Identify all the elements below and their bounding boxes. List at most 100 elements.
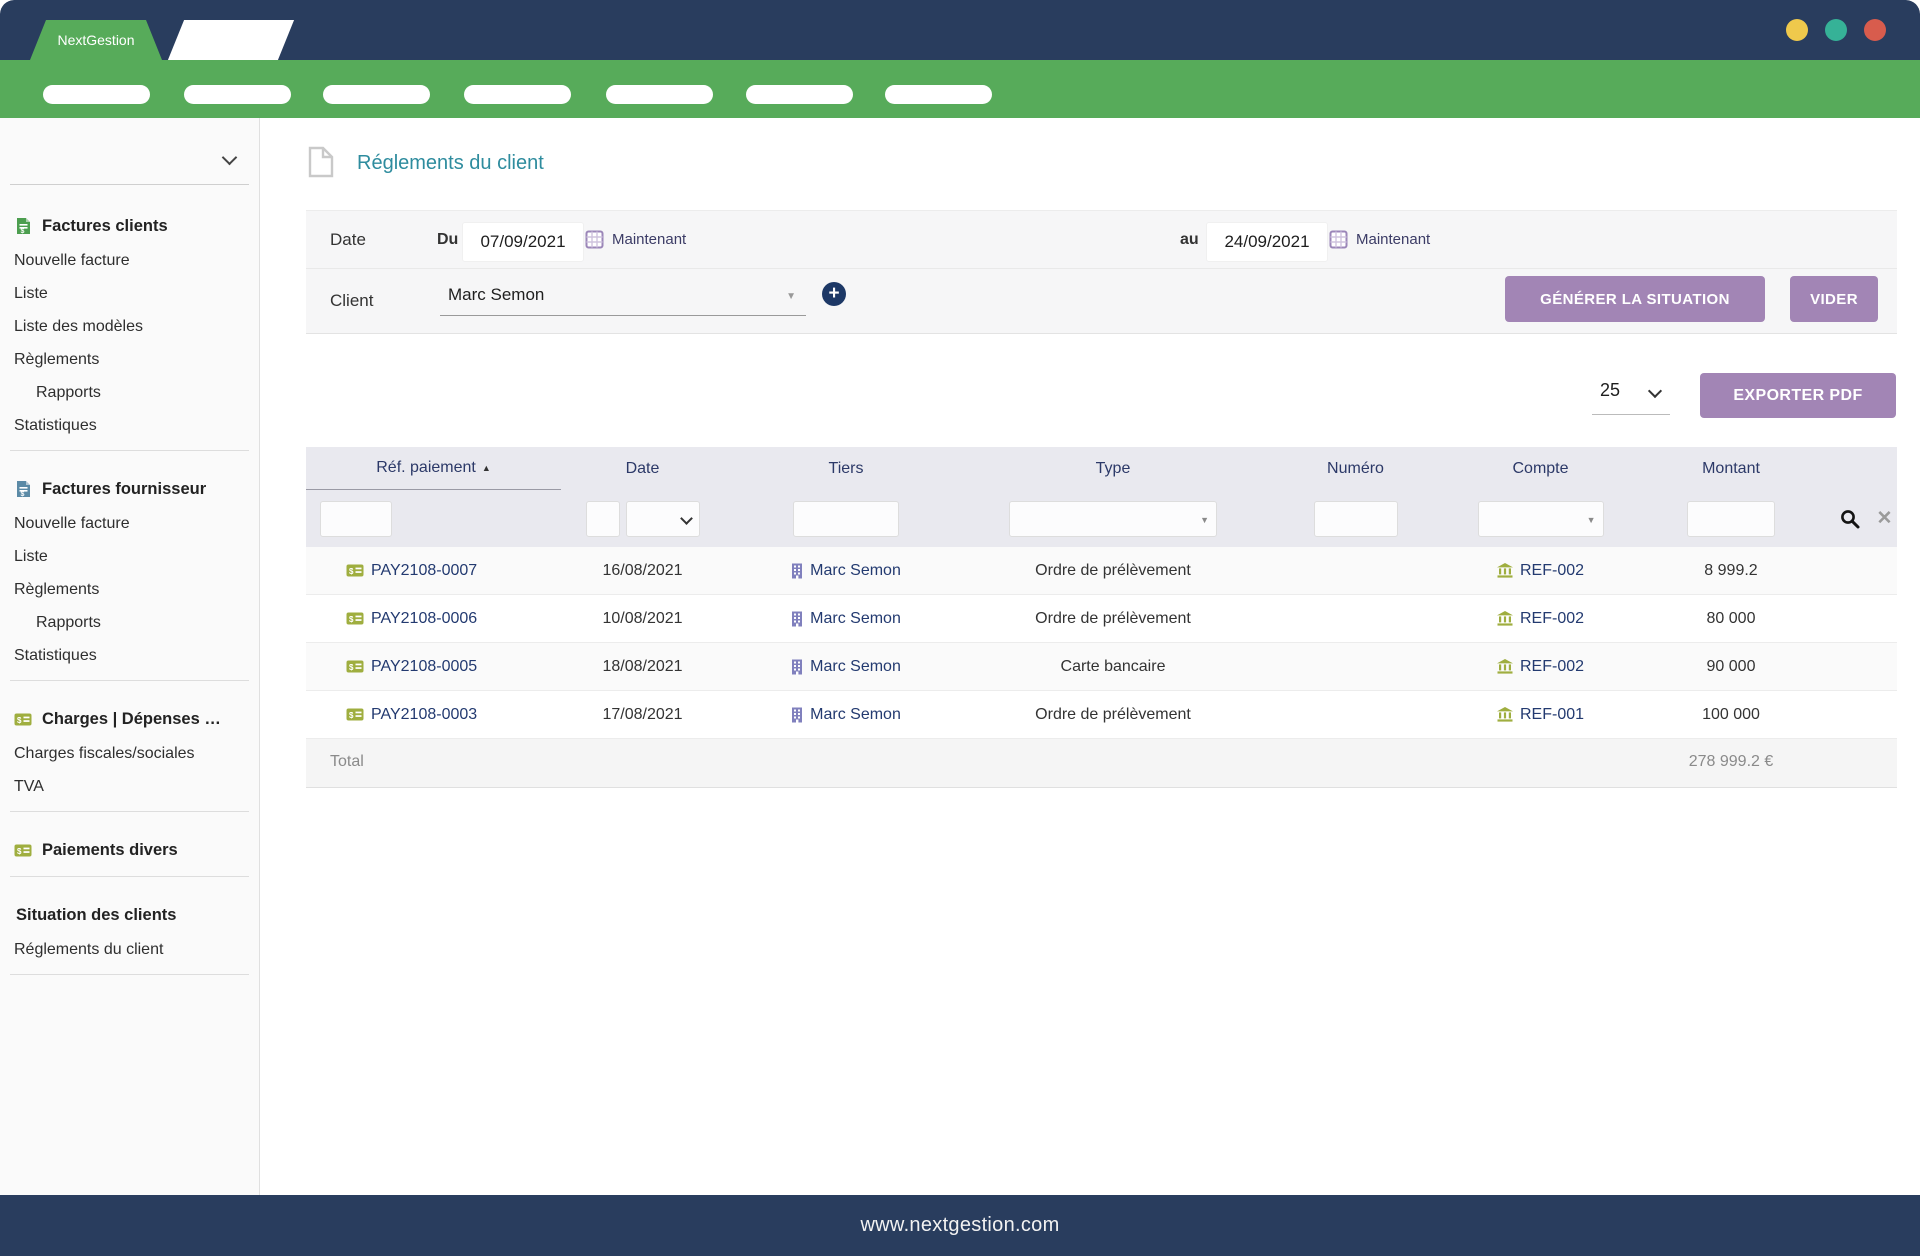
- cell-ref: $PAY2108-0007: [306, 547, 561, 595]
- type-text: Ordre de prélèvement: [1035, 562, 1191, 580]
- sidebar-item[interactable]: Nouvelle facture: [0, 507, 259, 540]
- brand-tab[interactable]: NextGestion: [30, 20, 162, 60]
- filter-select-date[interactable]: [626, 501, 700, 537]
- from-label: Du: [437, 231, 458, 249]
- cell-ref: $PAY2108-0005: [306, 643, 561, 691]
- sidebar-company-select[interactable]: [10, 130, 249, 185]
- filter-panel: Date Du Maintenant au Maintenant Client …: [306, 210, 1897, 333]
- now-link-to[interactable]: Maintenant: [1356, 231, 1430, 248]
- date-to-input[interactable]: [1206, 222, 1328, 262]
- compte-link[interactable]: REF-001: [1520, 706, 1584, 724]
- ref-link[interactable]: PAY2108-0006: [371, 610, 477, 628]
- nav-pill-placeholder[interactable]: [885, 85, 992, 104]
- tiers-link[interactable]: Marc Semon: [810, 562, 901, 580]
- tiers-link[interactable]: Marc Semon: [810, 658, 901, 676]
- window-dot-teal[interactable]: [1825, 19, 1847, 41]
- bank-icon: [1497, 611, 1513, 626]
- client-select[interactable]: Marc Semon ▼: [440, 281, 806, 316]
- ref-link[interactable]: PAY2108-0005: [371, 658, 477, 676]
- column-header-type[interactable]: Type: [968, 447, 1258, 490]
- montant-text: 100 000: [1702, 706, 1760, 724]
- add-client-button[interactable]: +: [822, 282, 846, 306]
- nav-pill-placeholder[interactable]: [746, 85, 853, 104]
- clear-button[interactable]: VIDER: [1790, 276, 1878, 322]
- cell-date: 17/08/2021: [561, 691, 724, 739]
- filter-input-montant[interactable]: [1687, 501, 1775, 537]
- tiers-link[interactable]: Marc Semon: [810, 610, 901, 628]
- nav-pill-placeholder[interactable]: [184, 85, 291, 104]
- banknote-icon: $: [346, 708, 364, 721]
- sidebar-section-title[interactable]: $Factures fournisseur: [0, 471, 259, 507]
- column-header-numero[interactable]: Numéro: [1258, 447, 1453, 490]
- generate-situation-button[interactable]: GÉNÉRER LA SITUATION: [1505, 276, 1765, 322]
- sidebar-item[interactable]: TVA: [0, 770, 259, 803]
- ref-link[interactable]: PAY2108-0003: [371, 706, 477, 724]
- column-header-date[interactable]: Date: [561, 447, 724, 490]
- banknote-icon: $: [14, 844, 32, 857]
- page-title: Réglements du client: [357, 152, 544, 175]
- sidebar-item[interactable]: Liste: [0, 277, 259, 310]
- cell-actions: [1834, 595, 1897, 643]
- sidebar-section-title[interactable]: $Factures clients: [0, 208, 259, 244]
- sidebar-item[interactable]: Liste des modèles: [0, 310, 259, 343]
- now-link-from[interactable]: Maintenant: [612, 231, 686, 248]
- sidebar-divider: [10, 974, 249, 975]
- compte-link[interactable]: REF-002: [1520, 658, 1584, 676]
- nav-pill-placeholder[interactable]: [323, 85, 430, 104]
- export-pdf-button[interactable]: EXPORTER PDF: [1700, 373, 1896, 418]
- filter-input-tiers[interactable]: [793, 501, 899, 537]
- filter-input-numero[interactable]: [1314, 501, 1398, 537]
- sidebar-section-title[interactable]: $Paiements divers: [0, 832, 259, 868]
- calendar-icon[interactable]: [1329, 230, 1348, 254]
- filter-input-date[interactable]: [586, 501, 620, 537]
- cell-montant: 8 999.2: [1628, 547, 1834, 595]
- window-dot-red[interactable]: [1864, 19, 1886, 41]
- caret-down-icon: ▼: [1200, 515, 1209, 525]
- sidebar-item[interactable]: Statistiques: [0, 639, 259, 672]
- window-dot-yellow[interactable]: [1786, 19, 1808, 41]
- building-icon: [791, 659, 803, 675]
- filter-select-type[interactable]: ▼: [1009, 501, 1217, 537]
- nav-pill-placeholder[interactable]: [464, 85, 571, 104]
- sidebar-item[interactable]: Nouvelle facture: [0, 244, 259, 277]
- nav-pill-placeholder[interactable]: [606, 85, 713, 104]
- column-header-compte[interactable]: Compte: [1453, 447, 1628, 490]
- filter-select-compte[interactable]: ▼: [1478, 501, 1604, 537]
- compte-link[interactable]: REF-002: [1520, 562, 1584, 580]
- calendar-icon[interactable]: [585, 230, 604, 254]
- ref-link[interactable]: PAY2108-0007: [371, 562, 477, 580]
- montant-text: 80 000: [1707, 610, 1756, 628]
- table-body: $PAY2108-000716/08/2021Marc SemonOrdre d…: [306, 547, 1897, 739]
- clear-filters-icon[interactable]: ✕: [1877, 507, 1893, 530]
- sidebar-section: $Charges | Dépenses …Charges fiscales/so…: [0, 681, 259, 803]
- sidebar-item[interactable]: Rapports: [0, 606, 259, 639]
- filter-cell-date: [561, 490, 724, 547]
- sidebar-item[interactable]: Liste: [0, 540, 259, 573]
- date-from-input[interactable]: [462, 222, 584, 262]
- chevron-down-icon: [680, 512, 693, 525]
- column-header-ref[interactable]: Réf. paiement▲: [306, 447, 561, 490]
- filter-input-ref[interactable]: [320, 501, 392, 537]
- sidebar-section-title[interactable]: Situation des clients: [0, 897, 259, 933]
- search-icon[interactable]: [1839, 508, 1861, 530]
- sidebar-section: $Paiements divers: [0, 812, 259, 868]
- column-header-tiers[interactable]: Tiers: [724, 447, 968, 490]
- tiers-link[interactable]: Marc Semon: [810, 706, 901, 724]
- sidebar-item[interactable]: Charges fiscales/sociales: [0, 737, 259, 770]
- nav-pill-placeholder[interactable]: [43, 85, 150, 104]
- top-bar: NextGestion: [0, 0, 1920, 60]
- sidebar-item[interactable]: Règlements: [0, 573, 259, 606]
- caret-down-icon: ▼: [1587, 515, 1596, 525]
- client-select-value: Marc Semon: [448, 285, 544, 305]
- bank-icon: [1497, 707, 1513, 722]
- sidebar-section-title[interactable]: $Charges | Dépenses …: [0, 701, 259, 737]
- to-label: au: [1180, 231, 1199, 249]
- compte-link[interactable]: REF-002: [1520, 610, 1584, 628]
- page-size-select[interactable]: 25: [1592, 376, 1670, 415]
- sidebar-item[interactable]: Réglements du client: [0, 933, 259, 966]
- sidebar-item[interactable]: Statistiques: [0, 409, 259, 442]
- sidebar-item[interactable]: Règlements: [0, 343, 259, 376]
- column-header-actions: [1834, 447, 1897, 490]
- sidebar-item[interactable]: Rapports: [0, 376, 259, 409]
- column-header-montant[interactable]: Montant: [1628, 447, 1834, 490]
